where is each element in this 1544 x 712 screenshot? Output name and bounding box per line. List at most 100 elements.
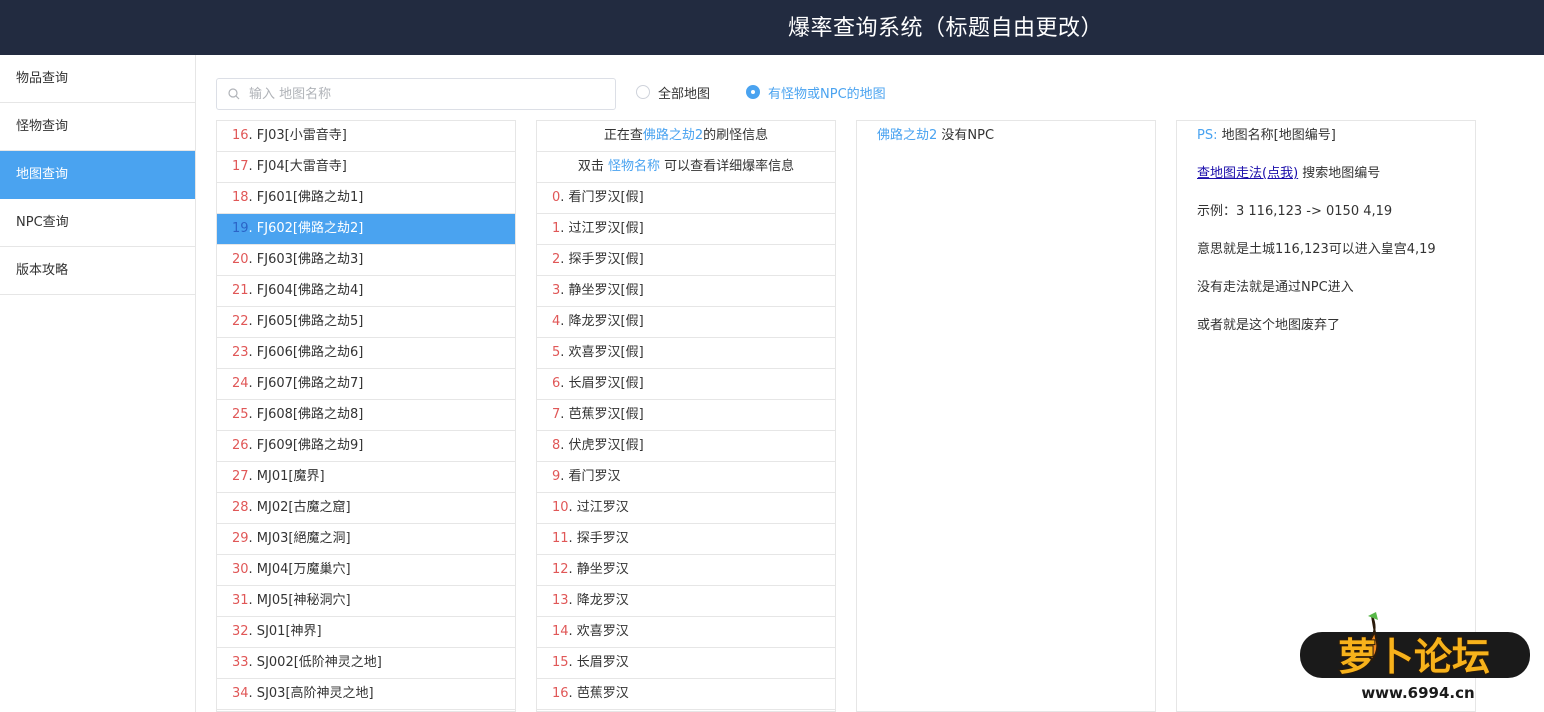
map-search-input[interactable]	[249, 82, 609, 106]
map-list-row[interactable]: 21. FJ604[佛路之劫4]	[217, 276, 515, 307]
map-name: . FJ606[佛路之劫6]	[248, 345, 364, 360]
monster-list-row[interactable]: 7. 芭蕉罗汉[假]	[537, 400, 835, 431]
map-list-row[interactable]: 32. SJ01[神界]	[217, 617, 515, 648]
row-index: 15	[552, 655, 569, 670]
hint-text: 双击	[577, 159, 608, 174]
map-list-row[interactable]: 24. FJ607[佛路之劫7]	[217, 369, 515, 400]
monster-list-row[interactable]: 9. 看门罗汉	[537, 462, 835, 493]
npc-map-name: 佛路之劫2	[877, 128, 938, 143]
row-index: 22	[232, 314, 249, 329]
monster-list-row[interactable]: 14. 欢喜罗汉	[537, 617, 835, 648]
monster-list-row[interactable]: 4. 降龙罗汉[假]	[537, 307, 835, 338]
map-name: . MJ01[魔界]	[248, 469, 325, 484]
monster-list-row[interactable]: 2. 探手罗汉[假]	[537, 245, 835, 276]
monster-list-row[interactable]: 0. 看门罗汉[假]	[537, 183, 835, 214]
sidebar-item-monster-query[interactable]: 怪物查询	[0, 103, 195, 151]
map-name: . FJ609[佛路之劫9]	[248, 438, 364, 453]
map-list-row[interactable]: 33. SJ002[低阶神灵之地]	[217, 648, 515, 679]
row-index: 33	[232, 655, 249, 670]
map-list-row[interactable]: 23. FJ606[佛路之劫6]	[217, 338, 515, 369]
monster-list-row[interactable]: 16. 芭蕉罗汉	[537, 679, 835, 710]
row-index: 28	[232, 500, 249, 515]
map-list-row[interactable]: 17. FJ04[大雷音寺]	[217, 152, 515, 183]
monster-name: . 欢喜罗汉	[568, 624, 629, 639]
map-list-row[interactable]: 19. FJ602[佛路之劫2]	[217, 214, 515, 245]
map-route-link[interactable]: 查地图走法(点我)	[1197, 166, 1298, 181]
radio-maps-with-monsters[interactable]: 有怪物或NPC的地图	[746, 84, 886, 102]
radio-circle[interactable]	[636, 85, 650, 99]
map-list-row[interactable]: 29. MJ03[絕魔之洞]	[217, 524, 515, 555]
monster-list-row[interactable]: 12. 静坐罗汉	[537, 555, 835, 586]
map-name: . FJ607[佛路之劫7]	[248, 376, 364, 391]
sidebar-item-item-query[interactable]: 物品查询	[0, 55, 195, 103]
hint-text: 可以查看详细爆率信息	[660, 159, 795, 174]
header-text: 的刷怪信息	[703, 128, 769, 143]
map-list-row[interactable]: 26. FJ609[佛路之劫9]	[217, 431, 515, 462]
radio-circle[interactable]	[746, 85, 760, 99]
map-list-row[interactable]: 31. MJ05[神秘洞穴]	[217, 586, 515, 617]
radio-all-maps[interactable]: 全部地图	[636, 84, 711, 102]
monster-list-row[interactable]: 8. 伏虎罗汉[假]	[537, 431, 835, 462]
map-name: . FJ603[佛路之劫3]	[248, 252, 364, 267]
row-index: 20	[232, 252, 249, 267]
monster-name: . 看门罗汉[假]	[560, 190, 644, 205]
monster-list: 0. 看门罗汉[假] 1. 过江罗汉[假] 2. 探手罗汉[假] 3. 静坐罗汉[假]…	[537, 183, 835, 710]
map-list-row[interactable]: 16. FJ03[小雷音寺]	[217, 121, 515, 152]
monster-name: . 降龙罗汉[假]	[560, 314, 644, 329]
monster-list-row[interactable]: 11. 探手罗汉	[537, 524, 835, 555]
map-list-row[interactable]: 28. MJ02[古魔之窟]	[217, 493, 515, 524]
info-meaning: 意思就是土城116,123可以进入皇宫4,19	[1197, 242, 1436, 257]
row-index: 10	[552, 500, 569, 515]
sidebar-item-map-query[interactable]: 地图查询	[0, 151, 195, 199]
row-index: 12	[552, 562, 569, 577]
sidebar: 物品查询 怪物查询 地图查询 NPC查询 版本攻略	[0, 55, 196, 712]
monster-panel: 正在查佛路之劫2的刷怪信息 双击 怪物名称 可以查看详细爆率信息 0. 看门罗汉…	[536, 120, 836, 712]
row-index: 32	[232, 624, 249, 639]
monster-name: . 降龙罗汉	[568, 593, 629, 608]
current-map-name: 佛路之劫2	[642, 128, 704, 143]
map-name: . SJ01[神界]	[248, 624, 322, 639]
row-index: 14	[552, 624, 569, 639]
monster-list-row[interactable]: 5. 欢喜罗汉[假]	[537, 338, 835, 369]
info-abandoned: 或者就是这个地图废弃了	[1197, 318, 1341, 333]
monster-list-row[interactable]: 3. 静坐罗汉[假]	[537, 276, 835, 307]
row-index: 34	[232, 686, 249, 701]
sidebar-item-version-guide[interactable]: 版本攻略	[0, 247, 195, 295]
map-name: . FJ605[佛路之劫5]	[248, 314, 364, 329]
map-list-row[interactable]: 22. FJ605[佛路之劫5]	[217, 307, 515, 338]
map-list-row[interactable]: 27. MJ01[魔界]	[217, 462, 515, 493]
row-index: 21	[232, 283, 249, 298]
row-index: 17	[232, 159, 249, 174]
map-name: . MJ03[絕魔之洞]	[248, 531, 351, 546]
row-index: 19	[232, 221, 249, 236]
row-index: 11	[552, 531, 569, 546]
radio-label: 全部地图	[658, 86, 711, 102]
row-index: 26	[232, 438, 249, 453]
monster-name: . 探手罗汉	[568, 531, 629, 546]
monster-name: . 静坐罗汉[假]	[560, 283, 644, 298]
sidebar-item-npc-query[interactable]: NPC查询	[0, 199, 195, 247]
monster-name: . 看门罗汉	[560, 469, 621, 484]
row-index: 27	[232, 469, 249, 484]
row-index: 29	[232, 531, 249, 546]
map-list-row[interactable]: 20. FJ603[佛路之劫3]	[217, 245, 515, 276]
map-list-row[interactable]: 18. FJ601[佛路之劫1]	[217, 183, 515, 214]
monster-list-row[interactable]: 1. 过江罗汉[假]	[537, 214, 835, 245]
monster-list-row[interactable]: 13. 降龙罗汉	[537, 586, 835, 617]
header-text: 正在查	[603, 128, 643, 143]
monster-list-row[interactable]: 10. 过江罗汉	[537, 493, 835, 524]
map-list-row[interactable]: 25. FJ608[佛路之劫8]	[217, 400, 515, 431]
page-title: 爆率查询系统（标题自由更改）	[788, 16, 1104, 41]
map-name: . FJ608[佛路之劫8]	[248, 407, 364, 422]
watermark-logo-text: 萝卜论坛	[1338, 635, 1490, 679]
map-list-row[interactable]: 34. SJ03[高阶神灵之地]	[217, 679, 515, 710]
row-index: 13	[552, 593, 569, 608]
map-list-row[interactable]: 30. MJ04[万魔巢穴]	[217, 555, 515, 586]
row-index: 18	[232, 190, 249, 205]
monster-name: . 探手罗汉[假]	[560, 252, 644, 267]
monster-name: . 芭蕉罗汉	[568, 686, 629, 701]
monster-list-row[interactable]: 6. 长眉罗汉[假]	[537, 369, 835, 400]
monster-name: . 长眉罗汉[假]	[560, 376, 644, 391]
monster-list-row[interactable]: 15. 长眉罗汉	[537, 648, 835, 679]
row-index: 24	[232, 376, 249, 391]
